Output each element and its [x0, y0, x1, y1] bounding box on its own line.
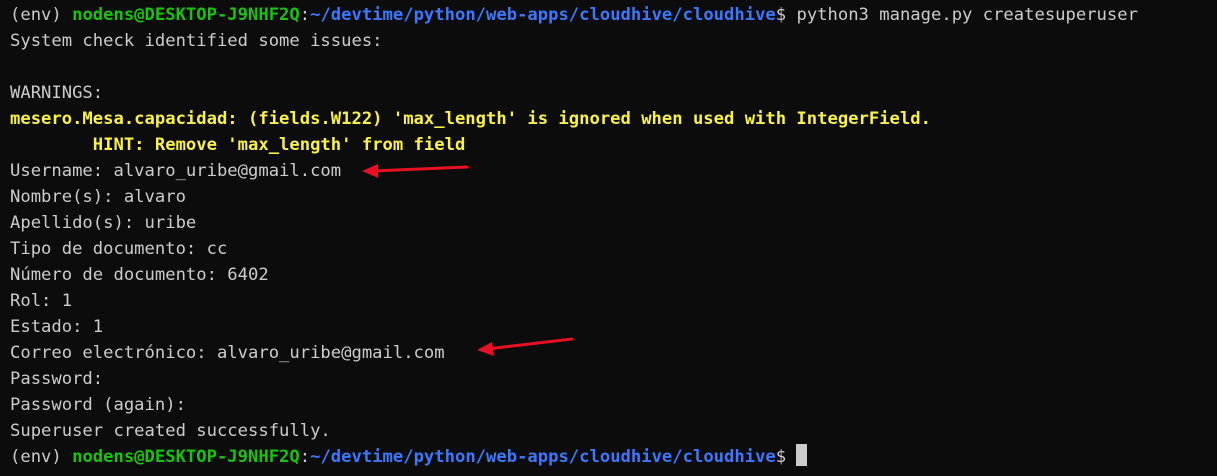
password-again-line: Password (again): — [10, 395, 186, 415]
system-check-line: System check identified some issues: — [10, 31, 383, 51]
estado-line: Estado: 1 — [10, 317, 104, 337]
env-indicator: (env) — [10, 447, 73, 467]
user-host: nodens@DESKTOP-J9NHF2Q — [72, 447, 300, 467]
nombres-line: Nombre(s): alvaro — [10, 187, 186, 207]
warning-line: mesero.Mesa.capacidad: (fields.W122) 'ma… — [10, 109, 931, 129]
env-indicator: (env) — [10, 5, 73, 25]
rol-line: Rol: 1 — [10, 291, 73, 311]
prompt-dollar: $ — [775, 5, 787, 25]
text-cursor[interactable] — [796, 444, 808, 466]
correo-line: Correo electrónico: alvaro_uribe@gmail.c… — [10, 343, 445, 363]
prompt-line: (env) nodens@DESKTOP-J9NHF2Q:~/devtime/p… — [10, 2, 1217, 28]
working-directory: ~/devtime/python/web-apps/cloudhive/clou… — [310, 5, 776, 25]
hint-line: HINT: Remove 'max_length' from field — [10, 135, 466, 155]
password-line: Password: — [10, 369, 104, 389]
working-directory: ~/devtime/python/web-apps/cloudhive/clou… — [310, 447, 776, 467]
prompt-dollar: $ — [775, 447, 787, 467]
numero-documento-line: Número de documento: 6402 — [10, 265, 269, 285]
apellidos-line: Apellido(s): uribe — [10, 213, 197, 233]
tipo-documento-line: Tipo de documento: cc — [10, 239, 228, 259]
user-host: nodens@DESKTOP-J9NHF2Q — [72, 5, 300, 25]
prompt-separator: : — [299, 447, 311, 467]
prompt-separator: : — [299, 5, 311, 25]
username-line: Username: alvaro_uribe@gmail.com — [10, 161, 342, 181]
terminal-window[interactable]: (env) nodens@DESKTOP-J9NHF2Q:~/devtime/p… — [0, 0, 1217, 476]
warnings-header: WARNINGS: — [10, 83, 104, 103]
command-text: python3 manage.py createsuperuser — [786, 5, 1138, 25]
prompt-line-final: (env) nodens@DESKTOP-J9NHF2Q:~/devtime/p… — [10, 444, 1217, 470]
success-line: Superuser created successfully. — [10, 421, 331, 441]
